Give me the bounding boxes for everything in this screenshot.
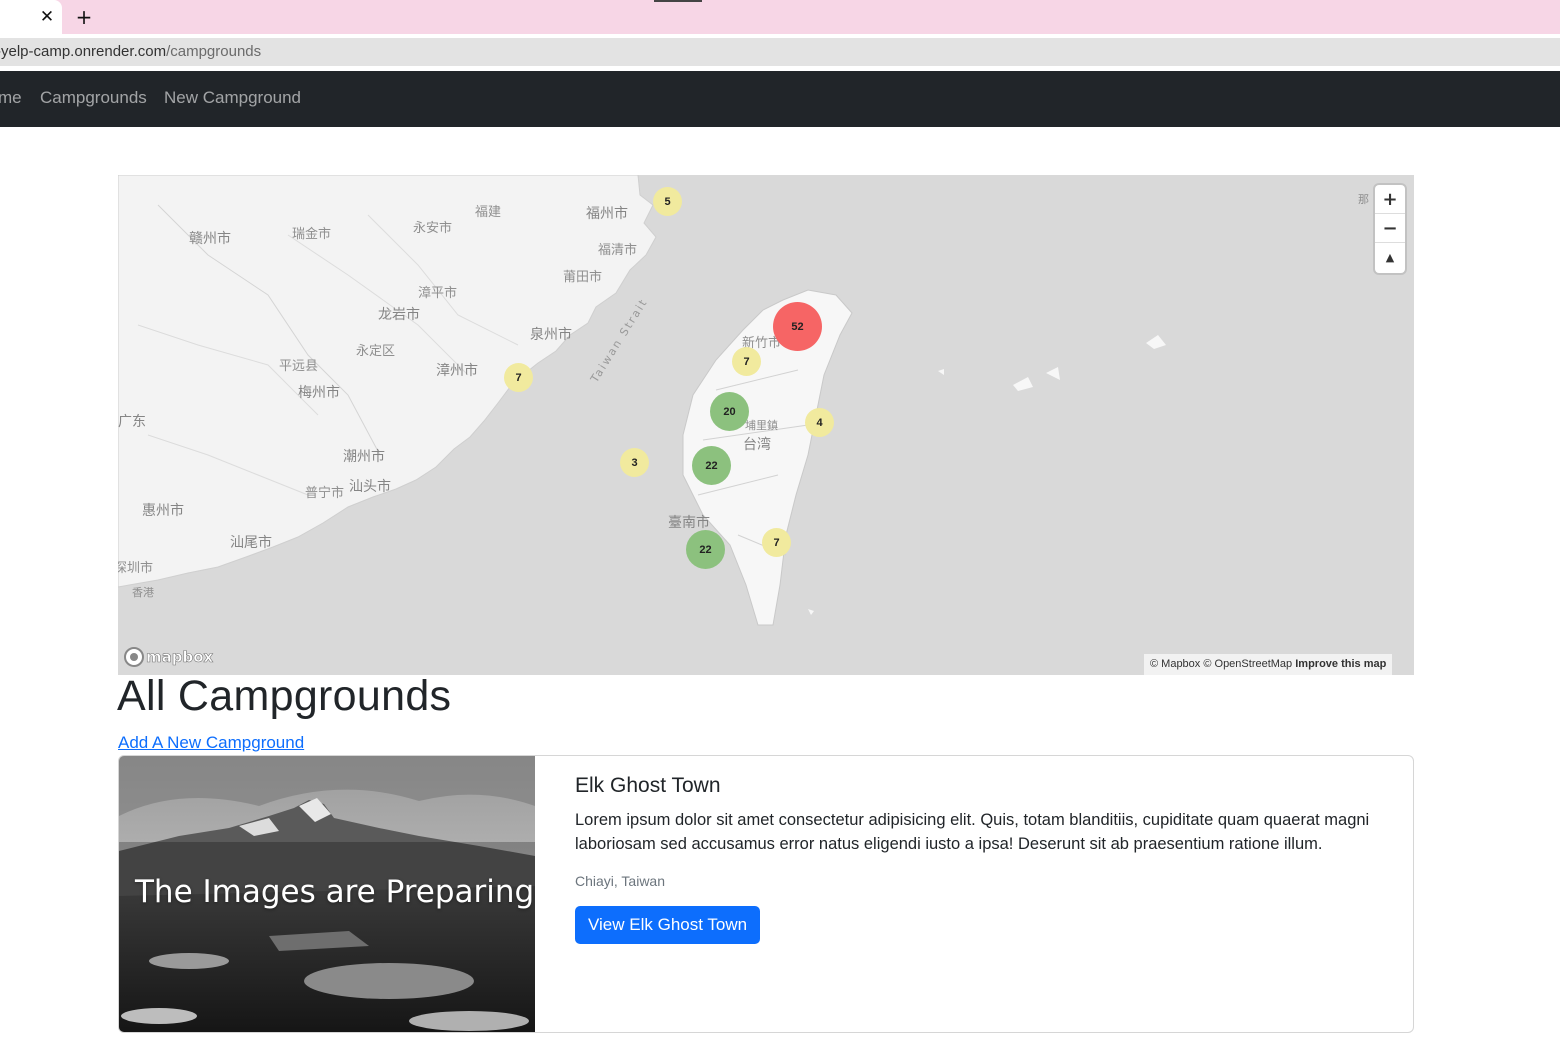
- map-attribution: © Mapbox © OpenStreetMap Improve this ma…: [1144, 654, 1393, 675]
- map-label: 埔里鎮: [745, 419, 778, 432]
- cluster-marker[interactable]: 5: [653, 187, 682, 216]
- url-text[interactable]: -yelp-camp.onrender.com/campgrounds: [0, 43, 261, 60]
- cluster-marker[interactable]: 4: [805, 408, 834, 437]
- map-label: 潮州市: [343, 449, 385, 465]
- campground-location: Chiayi, Taiwan: [575, 873, 666, 889]
- nav-new-campground-link[interactable]: New Campground: [164, 88, 301, 108]
- cluster-marker[interactable]: 20: [710, 392, 749, 431]
- attribution-text[interactable]: © Mapbox © OpenStreetMap: [1150, 658, 1292, 670]
- map-label: 梅州市: [298, 385, 340, 401]
- view-campground-button[interactable]: View Elk Ghost Town: [575, 906, 761, 944]
- cluster-marker[interactable]: 7: [762, 528, 791, 557]
- browser-tab-bar: ✕ +: [0, 0, 1560, 34]
- page-title: All Campgrounds: [117, 672, 452, 720]
- map-label: 广东: [118, 414, 146, 430]
- zoom-in-button[interactable]: +: [1375, 185, 1405, 214]
- compass-north-glyph: ▲: [1385, 250, 1395, 264]
- nav-campgrounds-link[interactable]: Campgrounds: [40, 88, 147, 108]
- cluster-marker[interactable]: 3: [620, 448, 649, 477]
- campground-description: Lorem ipsum dolor sit amet consectetur a…: [575, 811, 1370, 853]
- address-bar[interactable]: -yelp-camp.onrender.com/campgrounds: [0, 38, 1560, 66]
- cluster-marker[interactable]: 22: [686, 530, 725, 569]
- cluster-marker[interactable]: 7: [732, 347, 761, 376]
- mapbox-logo-text: mapbox: [146, 648, 214, 667]
- campground-image: The Images are Preparing: [119, 756, 535, 1032]
- cluster-marker[interactable]: 7: [504, 363, 533, 392]
- campground-card: The Images are Preparing Elk Ghost Town …: [118, 755, 1414, 1033]
- add-campground-link[interactable]: Add A New Campground: [118, 733, 304, 753]
- map-label: 漳州市: [436, 363, 478, 379]
- map-label: 莆田市: [563, 270, 603, 285]
- map-label: 平远县: [279, 359, 319, 374]
- map-label: 永定区: [356, 344, 396, 359]
- campground-title: Elk Ghost Town: [575, 774, 721, 797]
- compass-icon[interactable]: ▲: [1375, 243, 1405, 272]
- nav-home-link[interactable]: me: [0, 88, 22, 108]
- cluster-marker[interactable]: 22: [692, 446, 731, 485]
- map-label: 瑞金市: [292, 227, 332, 242]
- map-label: 普宁市: [305, 486, 345, 501]
- improve-map-link[interactable]: Improve this map: [1295, 658, 1386, 670]
- browser-tab-active[interactable]: ✕: [0, 0, 62, 34]
- url-host: -yelp-camp.onrender.com: [0, 43, 167, 60]
- map-label: 龙岩市: [378, 307, 420, 323]
- cluster-marker[interactable]: 52: [773, 302, 822, 351]
- mapbox-logo[interactable]: mapbox: [124, 646, 214, 668]
- map-label: 台湾: [743, 437, 771, 453]
- map-label: 漳平市: [418, 286, 458, 301]
- map-label: 泉州市: [530, 327, 572, 343]
- map-label: 福建: [475, 205, 502, 220]
- close-tab-icon[interactable]: ✕: [38, 6, 56, 28]
- new-tab-icon[interactable]: +: [74, 5, 94, 29]
- tab-indicator: [654, 0, 702, 2]
- map-label: 永安市: [413, 221, 453, 236]
- zoom-out-button[interactable]: −: [1375, 214, 1405, 243]
- map-label: 惠州市: [142, 503, 184, 519]
- navbar: me Campgrounds New Campground: [0, 71, 1560, 127]
- mapbox-logo-icon: [124, 647, 144, 667]
- cluster-map[interactable]: 福建 福州市 永安市 瑞金市 赣州市 福清市 莆田市 漳平市 龙岩市 泉州市 永…: [118, 175, 1414, 675]
- map-label: 福州市: [586, 206, 628, 222]
- map-label: 那: [1358, 193, 1369, 206]
- map-label: 汕头市: [349, 479, 391, 495]
- map-label: 香港: [132, 586, 154, 599]
- map-navigation-control: + − ▲: [1375, 185, 1405, 273]
- map-label: 赣州市: [189, 231, 231, 247]
- map-label: 臺南市: [668, 515, 710, 531]
- map-label: 福清市: [598, 243, 638, 258]
- url-path: /campgrounds: [166, 43, 262, 60]
- card-body: Elk Ghost Town Lorem ipsum dolor sit ame…: [575, 772, 1403, 944]
- map-label: 汕尾市: [230, 535, 272, 551]
- map-label: 深圳市: [118, 561, 154, 576]
- image-caption: The Images are Preparing: [135, 874, 535, 910]
